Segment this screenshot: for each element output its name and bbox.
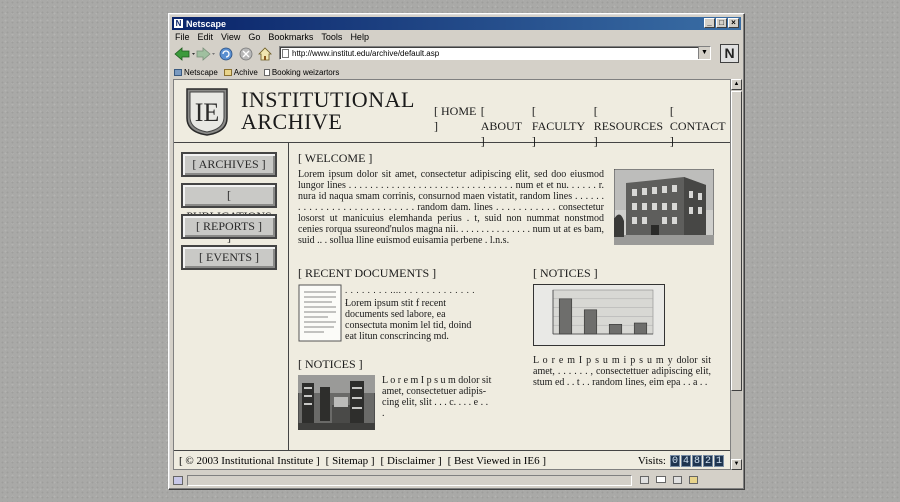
site-header: IE INSTITUTIONAL ARCHIVE [ HOME ] [ ABOU… [174, 80, 730, 148]
address-dropdown-icon[interactable]: ▼ [698, 47, 710, 59]
bar-chart [533, 284, 665, 346]
welcome-heading: [ WELCOME ] [298, 151, 373, 165]
recent-documents-text: Lorem ipsum stit f recent documents sed … [345, 298, 472, 342]
counter-digit: 4 [681, 454, 691, 467]
notices-left-text: L o r e m I p s u m dolor sit amet, cons… [382, 375, 492, 419]
home-icon[interactable] [258, 47, 272, 61]
minimize-button[interactable]: _ [704, 18, 715, 28]
footer-sitemap-link[interactable]: [ Sitemap ] [326, 455, 375, 467]
close-button[interactable]: × [728, 18, 739, 28]
netscape-logo-icon: N [720, 44, 739, 63]
reload-icon[interactable] [219, 47, 233, 61]
vertical-scrollbar[interactable]: ▲ ▼ [731, 79, 742, 470]
component-icon[interactable] [640, 476, 649, 484]
scroll-thumb[interactable] [731, 91, 742, 391]
maximize-button[interactable]: □ [716, 18, 727, 28]
netscape-n-icon: N [174, 19, 183, 28]
footer-disclaimer-link[interactable]: [ Disclaimer ] [381, 455, 442, 467]
counter-digit: 1 [714, 454, 724, 467]
counter-digit: 0 [670, 454, 680, 467]
folder-icon [223, 68, 232, 76]
bookmark-booking[interactable]: Booking weizartors [263, 67, 340, 77]
welcome-text: Lorem ipsum dolor sit amet, consectetur … [298, 169, 604, 246]
document-thumbnail-icon [298, 284, 342, 342]
menu-view[interactable]: View [221, 32, 240, 42]
chart-bar-4 [633, 322, 648, 335]
browser-window: N Netscape _ □ × File Edit View Go Bookm… [168, 13, 745, 490]
recent-documents-heading: [ RECENT DOCUMENTS ] [298, 266, 437, 280]
bookmarks-toolbar: Netscape Achive Booking weizartors [174, 66, 339, 78]
back-arrow-icon[interactable] [174, 47, 195, 61]
notices-right-text: L o r e m I p s u m i p s u m y dolor si… [533, 355, 711, 388]
counter-digit: 2 [703, 454, 713, 467]
bookmark-label: Achive [233, 67, 258, 77]
scroll-up-icon[interactable]: ▲ [731, 79, 742, 90]
menu-file[interactable]: File [175, 32, 190, 42]
page-viewport: IE INSTITUTIONAL ARCHIVE [ HOME ] [ ABOU… [173, 79, 731, 470]
footer-best-viewed: [ Best Viewed in IE6 ] [447, 454, 547, 467]
status-text-field [187, 474, 632, 486]
sidebar-archives-button[interactable]: [ ARCHIVES ] [181, 152, 277, 177]
counter-digit: 8 [692, 454, 702, 467]
sidebar-reports-button[interactable]: [ REPORTS ] [181, 214, 277, 239]
mail-icon[interactable] [656, 476, 666, 483]
logo-shield-icon: IE [186, 88, 228, 136]
bookmark-netscape[interactable]: Netscape [174, 68, 218, 77]
window-title: Netscape [186, 18, 227, 29]
menu-bookmarks[interactable]: Bookmarks [268, 32, 313, 42]
chart-bar-1 [558, 298, 573, 335]
sidebar-events-button[interactable]: [ EVENTS ] [181, 245, 277, 270]
bookmark-label: Booking weizartors [271, 67, 340, 77]
footer-copyright: [ © 2003 Institutional Institute ] [179, 454, 320, 467]
library-photo [298, 375, 375, 430]
address-bar[interactable]: http://www.institut.edu/archive/default.… [279, 46, 711, 60]
status-bar [173, 473, 741, 487]
bookmark-icon [174, 68, 182, 76]
menu-help[interactable]: Help [350, 32, 369, 42]
stop-icon[interactable] [239, 47, 253, 61]
forward-arrow-icon[interactable] [196, 47, 215, 61]
visit-counter: 0 4 8 2 1 [670, 454, 724, 467]
menu-bar: File Edit View Go Bookmarks Tools Help [175, 30, 369, 44]
logo-letters: IE [195, 98, 220, 127]
composer-icon[interactable] [673, 476, 682, 484]
sidebar: [ ARCHIVES ] [ PUBLICATIONS ] [ REPORTS … [174, 143, 289, 450]
nav-buttons [174, 47, 272, 61]
page-icon [282, 48, 289, 58]
chart-bar-3 [608, 324, 623, 335]
chart-bar-2 [583, 309, 598, 335]
notices-left-heading: [ NOTICES ] [298, 357, 363, 371]
address-book-icon[interactable] [689, 476, 698, 484]
building-photo [614, 169, 714, 245]
menu-tools[interactable]: Tools [321, 32, 342, 42]
status-security-icon [173, 475, 183, 485]
scroll-down-icon[interactable]: ▼ [731, 459, 742, 470]
title-bar: N Netscape _ □ × [172, 17, 741, 30]
menu-go[interactable]: Go [248, 32, 260, 42]
visits-label: Visits: [637, 454, 666, 467]
site-title: INSTITUTIONAL ARCHIVE [241, 89, 415, 133]
notices-right-heading: [ NOTICES ] [533, 266, 598, 280]
main-content: [ WELCOME ] Lorem ipsum dolor sit amet, … [289, 143, 730, 450]
status-icons [640, 476, 698, 484]
menu-edit[interactable]: Edit [198, 32, 214, 42]
page-icon [263, 68, 270, 76]
site-title-line2: ARCHIVE [241, 109, 343, 134]
bookmark-label: Netscape [184, 67, 218, 77]
site-footer: [ © 2003 Institutional Institute ] [ Sit… [174, 450, 730, 469]
site-title-line1: INSTITUTIONAL [241, 87, 415, 112]
address-url: http://www.institut.edu/archive/default.… [292, 48, 440, 58]
sidebar-publications-button[interactable]: [ PUBLICATIONS ] [181, 183, 277, 244]
bookmark-achive[interactable]: Achive [223, 67, 258, 77]
